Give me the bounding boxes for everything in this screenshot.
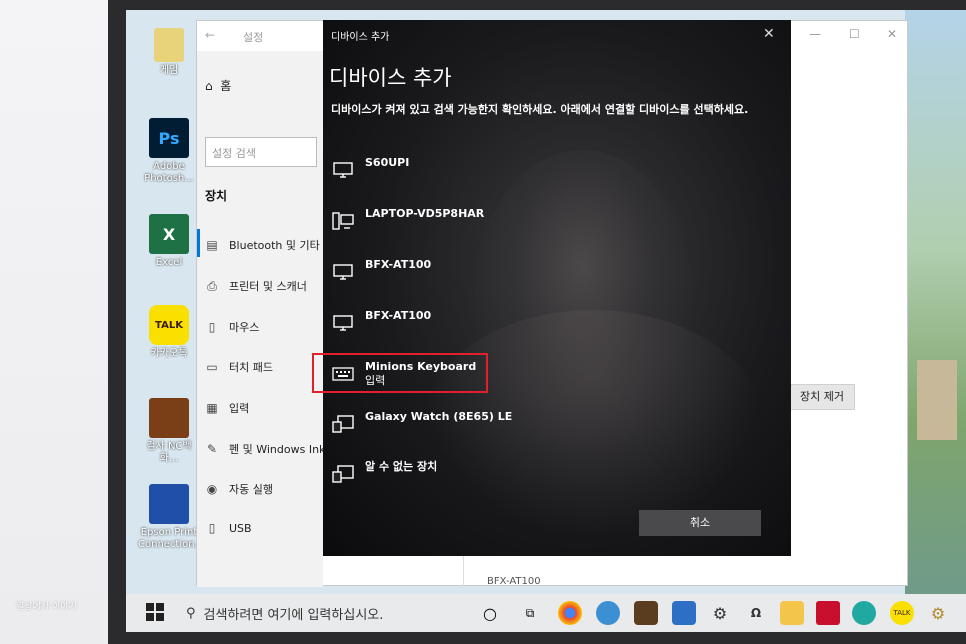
settings-icon[interactable]: ⚙: [708, 601, 732, 625]
desktop-icon-kakaotalk[interactable]: TALK 카카오톡: [138, 305, 200, 360]
chrome-icon[interactable]: [558, 601, 582, 625]
edge-new-icon[interactable]: [852, 601, 876, 625]
settings-sidebar: ⌂ 홈 설정 검색 장치 ▤ Bluetooth 및 기타 ⎙ 프린터 및 스캐너 …: [197, 51, 325, 587]
epson-icon: [149, 484, 189, 524]
desktop-icon-game[interactable]: 검사 NC백화...: [138, 398, 200, 465]
watermark: 일상에서 이야기: [16, 602, 77, 612]
device-icon: [331, 414, 355, 434]
device-list-item[interactable]: BFX-AT100: [487, 576, 541, 587]
home-icon: ⌂: [205, 79, 213, 93]
close-icon[interactable]: ✕: [887, 27, 897, 41]
computer-icon: [331, 211, 355, 231]
wallpaper-strip: [905, 10, 966, 600]
task-view-icon[interactable]: ⧉: [518, 601, 542, 625]
edge-icon[interactable]: [596, 601, 620, 625]
touchpad-icon: ▭: [206, 360, 218, 374]
taskbar-search[interactable]: ⚲ 검색하려면 여기에 입력하십시오.: [186, 599, 466, 627]
nav-item-printers[interactable]: ⎙ 프린터 및 스캐너: [205, 278, 307, 294]
mcafee-icon[interactable]: [816, 601, 840, 625]
autoplay-icon: ◉: [206, 482, 218, 496]
desktop-icon-epson[interactable]: Epson Print Connection...: [138, 484, 204, 551]
store-icon[interactable]: [634, 601, 658, 625]
cancel-button[interactable]: 취소: [639, 510, 761, 536]
desktop-icon-games[interactable]: 게임: [138, 28, 200, 77]
selection-highlight-box: [312, 353, 488, 393]
taskbar: ⚲ 검색하려면 여기에 입력하십시오. ○ ⧉ ⚙ Ω TALK ⚙: [126, 594, 966, 632]
nav-item-touchpad[interactable]: ▭ 터치 패드: [205, 359, 273, 375]
nav-item-mouse[interactable]: ▯ 마우스: [205, 319, 260, 335]
kakaotalk-icon[interactable]: TALK: [890, 601, 914, 625]
add-device-dialog: 디바이스 추가 ✕ 디바이스 추가 디바이스가 켜져 있고 검색 가능한지 확인…: [323, 20, 791, 556]
nav-item-typing[interactable]: ▦ 입력: [205, 400, 249, 416]
nav-item-autoplay[interactable]: ◉ 자동 실행: [205, 481, 273, 497]
bluetooth-icon: ▤: [206, 238, 218, 252]
kakaotalk-icon: TALK: [149, 305, 189, 345]
windows-start-icon[interactable]: [146, 603, 164, 621]
back-arrow-icon[interactable]: ←: [205, 28, 215, 42]
search-app-icon[interactable]: Ω: [744, 601, 768, 625]
monitor-icon: [331, 313, 355, 333]
settings-search-input[interactable]: 설정 검색: [205, 137, 317, 167]
minimize-icon[interactable]: —: [809, 27, 821, 41]
cortana-icon[interactable]: ○: [478, 601, 502, 625]
desktop-icon-excel[interactable]: X Excel: [138, 214, 200, 269]
settings-title: 설정: [243, 31, 264, 44]
nav-item-bluetooth[interactable]: ▤ Bluetooth 및 기타: [205, 237, 319, 253]
pen-icon: ✎: [206, 442, 218, 456]
device-item[interactable]: LAPTOP-VD5P8HAR: [331, 203, 771, 243]
monitor-icon: [331, 262, 355, 282]
monitor-icon: [331, 160, 355, 180]
device-item[interactable]: BFX-AT100: [331, 254, 771, 294]
mouse-icon: ▯: [208, 320, 216, 334]
active-indicator: [197, 229, 200, 257]
folder-icon[interactable]: [780, 601, 804, 625]
folder-icon: [154, 28, 184, 62]
device-icon: [331, 464, 355, 484]
device-item[interactable]: S60UPI: [331, 152, 771, 192]
section-heading: 장치: [205, 189, 228, 203]
device-item[interactable]: BFX-AT100: [331, 305, 771, 345]
device-item[interactable]: 알 수 없는 장치: [331, 456, 771, 496]
photo-background: 게임 Ps Adobe Photosh... X Excel TALK 카카오톡…: [0, 0, 966, 644]
dialog-heading: 디바이스 추가: [329, 66, 452, 90]
nav-item-usb[interactable]: ▯ USB: [205, 521, 252, 535]
usb-icon: ▯: [208, 521, 216, 535]
dialog-description: 디바이스가 켜져 있고 검색 가능한지 확인하세요. 아래에서 연결할 디바이스…: [331, 103, 749, 116]
mail-icon[interactable]: [672, 601, 696, 625]
excel-icon: X: [149, 214, 189, 254]
remove-device-button[interactable]: 장치 제거: [789, 384, 855, 410]
game-icon: [149, 398, 189, 438]
keyboard-icon: ▦: [206, 401, 218, 415]
maximize-icon[interactable]: ☐: [849, 27, 860, 41]
photoshop-icon: Ps: [149, 118, 189, 158]
desktop-icon-photoshop[interactable]: Ps Adobe Photosh...: [138, 118, 200, 185]
search-icon: ⚲: [186, 605, 196, 621]
nav-home[interactable]: ⌂ 홈: [205, 77, 231, 94]
gear-icon[interactable]: ⚙: [926, 601, 950, 625]
close-icon[interactable]: ✕: [763, 26, 775, 42]
dialog-caption: 디바이스 추가: [331, 32, 390, 43]
printer-icon: ⎙: [207, 278, 217, 293]
device-item[interactable]: Galaxy Watch (8E65) LE: [331, 406, 771, 446]
nav-item-pen[interactable]: ✎ 펜 및 Windows Ink: [205, 441, 325, 457]
